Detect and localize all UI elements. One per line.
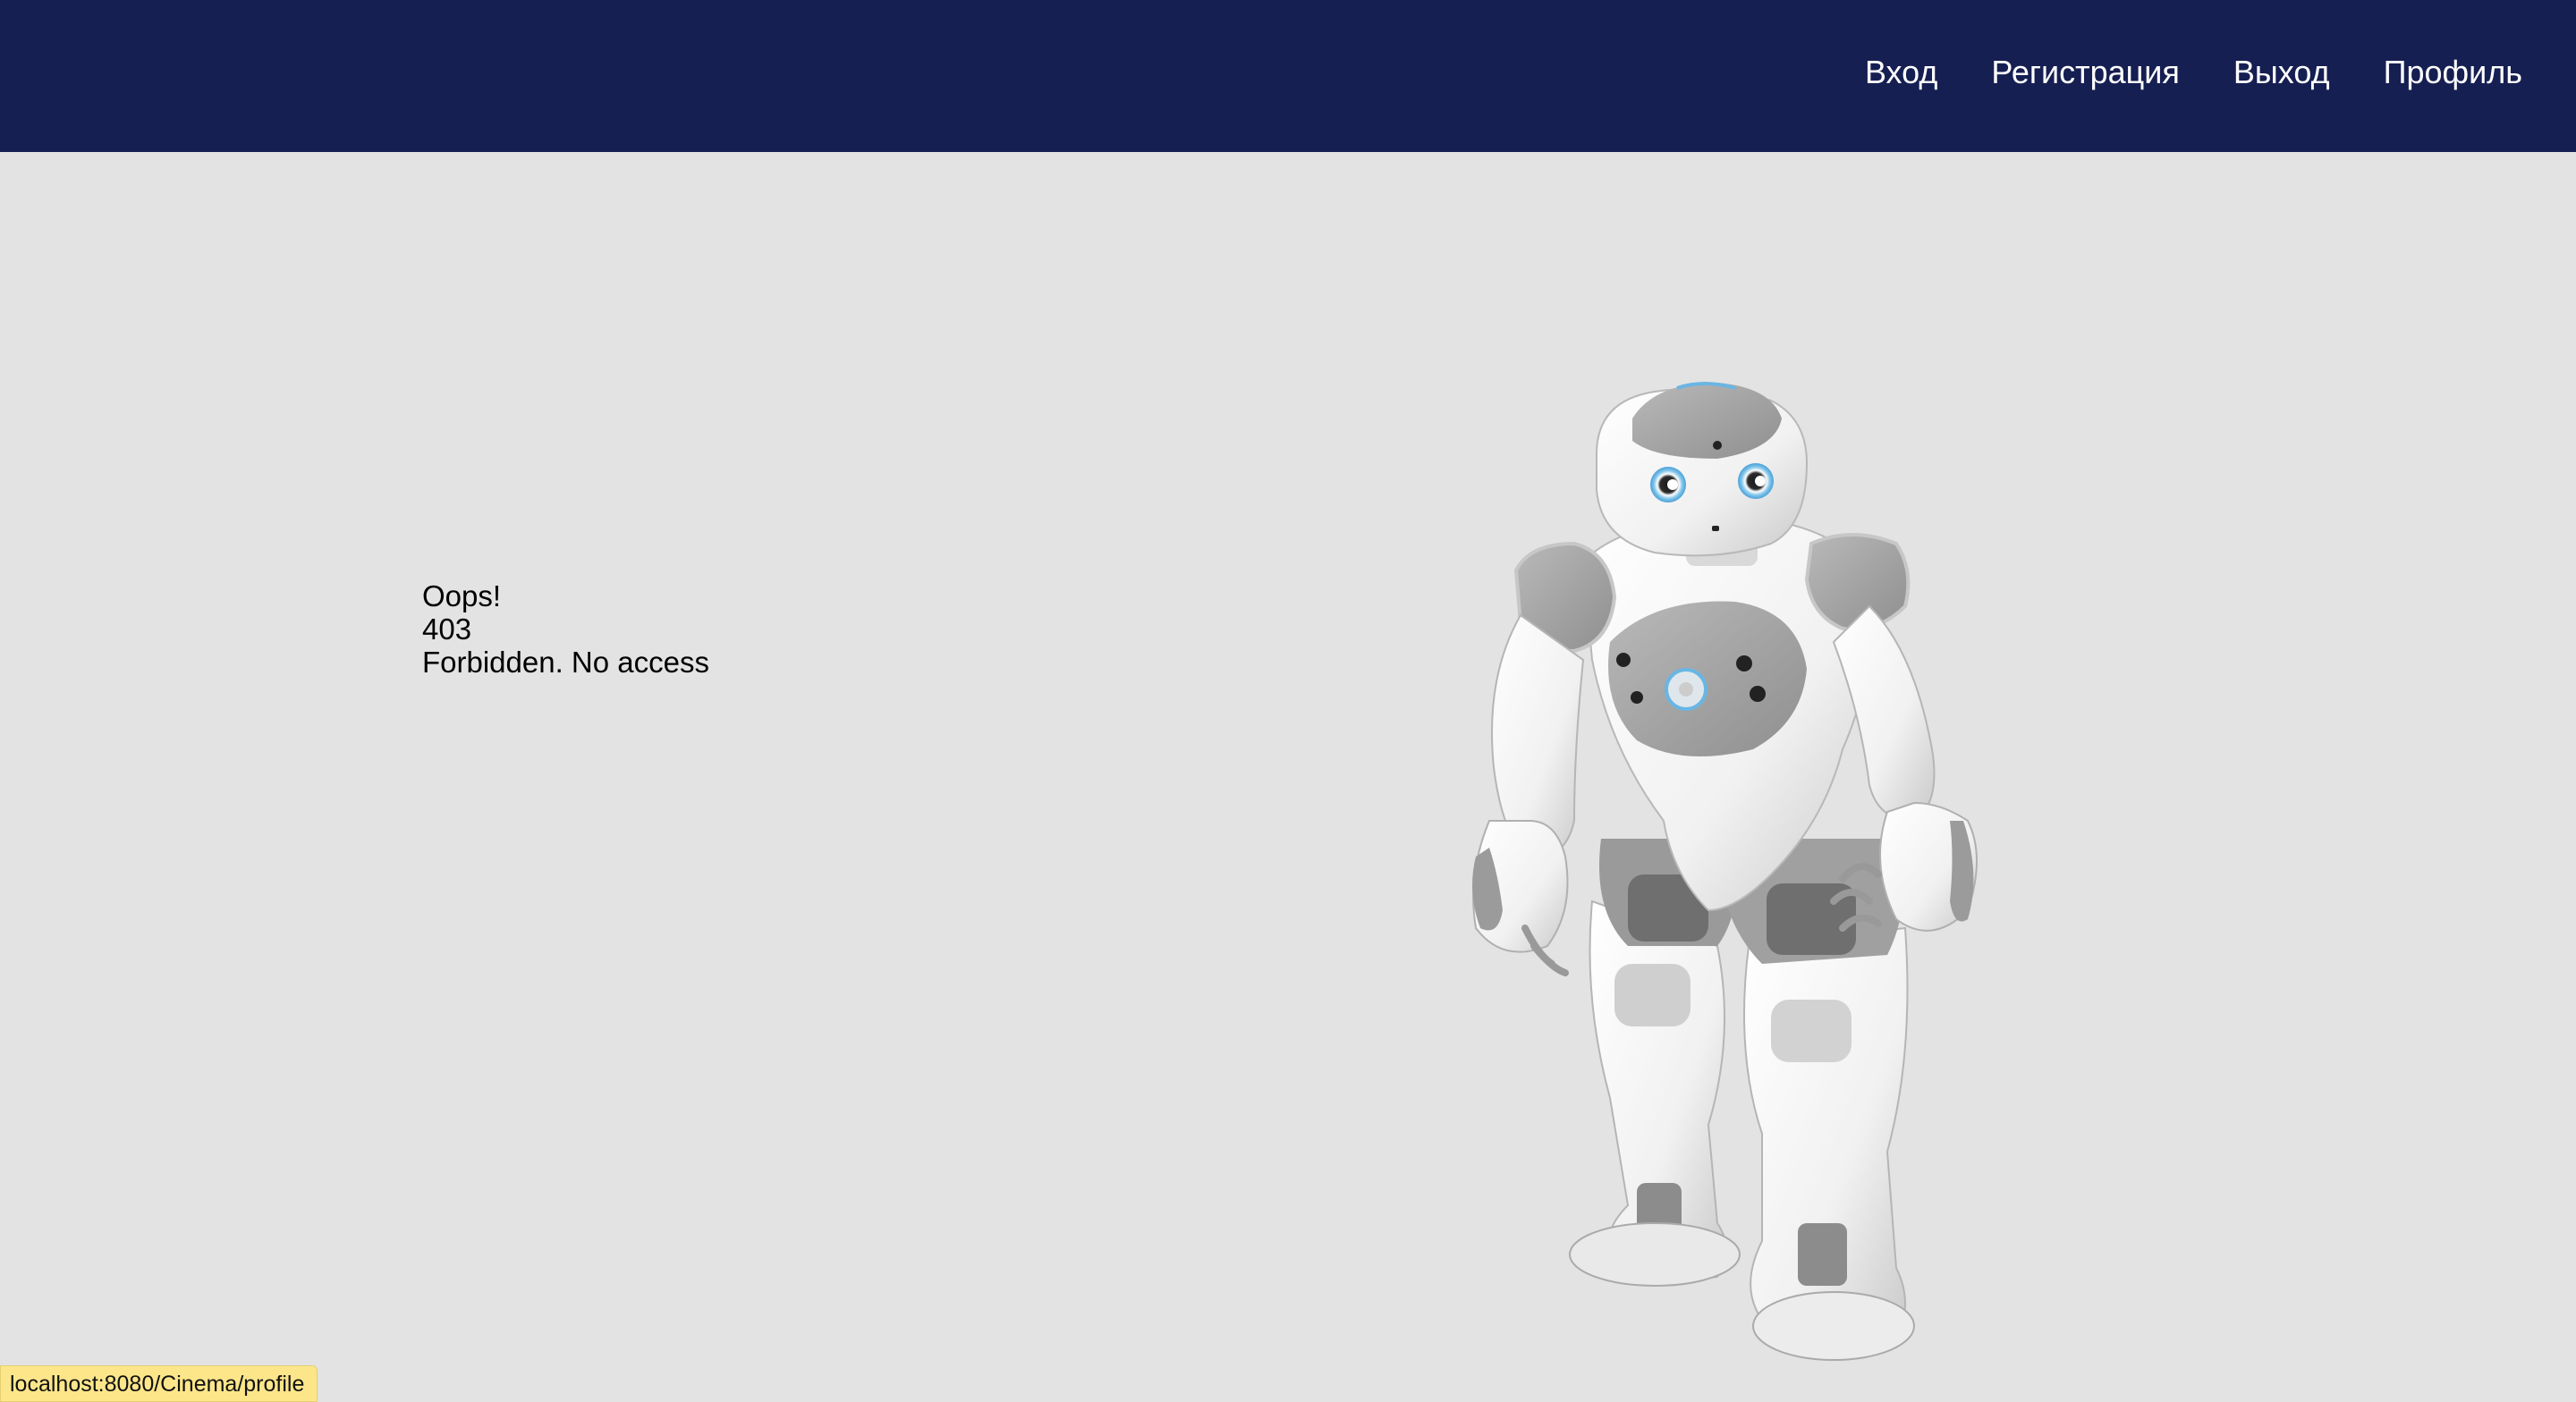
error-message: Oops! 403 Forbidden. No access [422, 579, 709, 679]
page: Вход Регистрация Выход Профиль Oops! 403… [0, 0, 2576, 1402]
robot-illustration [1472, 382, 1978, 1361]
top-navbar: Вход Регистрация Выход Профиль [0, 0, 2576, 152]
nav-logout-link[interactable]: Выход [2233, 54, 2330, 91]
nav-links: Вход Регистрация Выход Профиль [1865, 0, 2522, 145]
error-code: 403 [422, 612, 472, 646]
status-bar-url: localhost:8080/Cinema/profile [0, 1365, 318, 1402]
nav-profile-link[interactable]: Профиль [2384, 54, 2522, 91]
nav-register-link[interactable]: Регистрация [1991, 54, 2179, 91]
error-description: Forbidden. No access [422, 646, 709, 679]
error-title: Oops! [422, 579, 502, 612]
nav-login-link[interactable]: Вход [1865, 54, 1937, 91]
